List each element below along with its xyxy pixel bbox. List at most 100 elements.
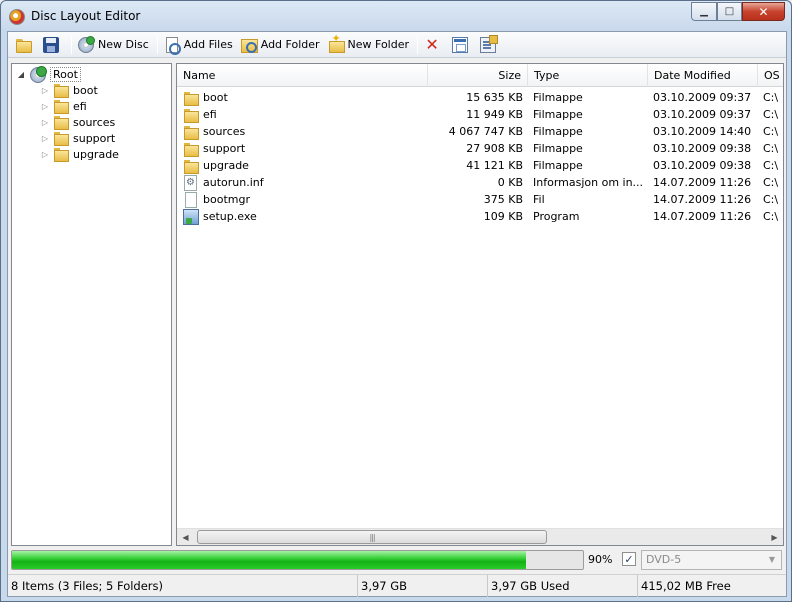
cell-os: C:\ xyxy=(763,142,779,155)
window-controls: ▁ □ ✕ xyxy=(691,2,785,21)
file-name: efi xyxy=(203,108,217,121)
cell-os: C:\ xyxy=(763,159,779,172)
toolbar-separator xyxy=(156,35,158,54)
properties-button[interactable] xyxy=(449,34,475,56)
status-bar: 8 Items (3 Files; 5 Folders) 3,97 GB 3,9… xyxy=(8,574,786,597)
new-disc-button[interactable]: New Disc xyxy=(75,34,152,56)
cell-name: support xyxy=(177,140,428,157)
tree-item-label: support xyxy=(73,131,116,145)
cell-name: sources xyxy=(177,123,428,140)
cell-date: 03.10.2009 09:37 xyxy=(653,108,752,121)
table-row[interactable]: efi 11 949 KB Filmappe 03.10.2009 09:37 C:\ xyxy=(177,106,783,123)
cell-type: Informasjon om in... xyxy=(533,176,644,189)
cell-type: Fil xyxy=(533,193,545,206)
status-used-space: 3,97 GB Used xyxy=(488,575,638,597)
cell-os: C:\ xyxy=(763,193,779,206)
expand-arrow-icon[interactable]: ▷ xyxy=(40,117,50,127)
cell-name: setup.exe xyxy=(177,208,428,225)
tree-item-label: boot xyxy=(73,83,98,97)
table-row[interactable]: sources 4 067 747 KB Filmappe 03.10.2009 14… xyxy=(177,123,783,140)
cell-size: 11 949 KB xyxy=(466,108,523,121)
add-folder-icon xyxy=(240,37,258,53)
cell-date: 14.07.2009 11:26 xyxy=(653,210,752,223)
cell-size: 41 121 KB xyxy=(466,159,523,172)
open-button[interactable] xyxy=(12,34,38,56)
cell-os: C:\ xyxy=(763,108,779,121)
status-total-size: 3,97 GB xyxy=(358,575,488,597)
scroll-right-icon[interactable]: ▶ xyxy=(766,529,783,545)
new-folder-button[interactable]: New Folder xyxy=(325,32,412,56)
delete-icon: ✕ xyxy=(425,34,439,54)
file-name: boot xyxy=(203,91,228,104)
title-bar[interactable]: Disc Layout Editor ▁ □ ✕ xyxy=(1,1,791,31)
edit-icon xyxy=(480,34,499,53)
cell-type: Filmappe xyxy=(533,91,583,104)
add-folder-button[interactable]: Add Folder xyxy=(238,34,323,56)
cell-os: C:\ xyxy=(763,210,779,223)
add-files-icon xyxy=(165,36,181,55)
save-disk-icon xyxy=(43,36,59,53)
tree-item-support[interactable]: ▷ support xyxy=(40,130,115,146)
disc-type-select[interactable]: DVD-5 ▼ xyxy=(641,550,782,570)
cell-size: 375 KB xyxy=(483,193,523,206)
table-row[interactable]: setup.exe 109 KB Program 14.07.2009 11:26 C:… xyxy=(177,208,783,225)
disc-type-checkbox[interactable]: ✓ xyxy=(622,552,636,566)
table-row[interactable]: support 27 908 KB Filmappe 03.10.2009 09:38… xyxy=(177,140,783,157)
new-folder-icon xyxy=(328,32,345,53)
tree-item-boot[interactable]: ▷ boot xyxy=(40,82,98,98)
scroll-left-icon[interactable]: ◀ xyxy=(177,529,194,545)
new-disc-icon xyxy=(78,35,95,53)
expand-arrow-icon[interactable]: ▷ xyxy=(40,149,50,159)
properties-icon xyxy=(452,36,469,53)
expand-arrow-icon[interactable]: ▷ xyxy=(40,101,50,111)
cell-name: upgrade xyxy=(177,157,428,174)
table-row[interactable]: boot 15 635 KB Filmappe 03.10.2009 09:37 C:\ xyxy=(177,89,783,106)
cell-date: 03.10.2009 14:40 xyxy=(653,125,752,138)
horizontal-scrollbar[interactable]: ◀ ||| ▶ xyxy=(177,528,783,545)
cell-date: 03.10.2009 09:38 xyxy=(653,159,752,172)
tree-item-efi[interactable]: ▷ efi xyxy=(40,98,87,114)
chevron-down-icon[interactable]: ▼ xyxy=(765,553,779,567)
capacity-progress-fill xyxy=(12,551,526,569)
expand-arrow-icon[interactable]: ◢ xyxy=(16,69,26,79)
list-header: Name Size Type Date Modified OS xyxy=(177,64,783,87)
column-header-name[interactable]: Name xyxy=(177,64,428,87)
cell-size: 0 KB xyxy=(497,176,523,189)
close-button[interactable]: ✕ xyxy=(742,2,785,21)
cell-size: 4 067 747 KB xyxy=(448,125,523,138)
cell-type: Program xyxy=(533,210,580,223)
add-folder-label: Add Folder xyxy=(260,38,320,51)
table-row[interactable]: upgrade 41 121 KB Filmappe 03.10.2009 09:38… xyxy=(177,157,783,174)
folder-icon xyxy=(183,158,199,174)
file-name: autorun.inf xyxy=(203,176,264,189)
column-header-os[interactable]: OS xyxy=(758,64,783,87)
cell-size: 109 KB xyxy=(483,210,523,223)
cell-os: C:\ xyxy=(763,125,779,138)
cell-name: autorun.inf xyxy=(177,174,428,191)
status-free-space: 415,02 MB Free xyxy=(641,579,731,593)
table-row[interactable]: autorun.inf 0 KB Informasjon om in... 14.07… xyxy=(177,174,783,191)
expand-arrow-icon[interactable]: ▷ xyxy=(40,85,50,95)
tree-item-sources[interactable]: ▷ sources xyxy=(40,114,115,130)
expand-arrow-icon[interactable]: ▷ xyxy=(40,133,50,143)
cell-name: boot xyxy=(177,89,428,106)
save-button[interactable] xyxy=(40,34,66,56)
minimize-button[interactable]: ▁ xyxy=(691,2,717,21)
root-disc-icon xyxy=(29,66,47,83)
file-name: bootmgr xyxy=(203,193,250,206)
tree-item-root[interactable]: ◢ Root xyxy=(16,66,81,83)
column-header-type[interactable]: Type xyxy=(528,64,648,87)
scrollbar-thumb[interactable]: ||| xyxy=(197,530,547,544)
cell-name: bootmgr xyxy=(177,191,428,208)
edit-button[interactable] xyxy=(477,34,503,56)
cell-type: Filmappe xyxy=(533,142,583,155)
status-item-count: 8 Items (3 Files; 5 Folders) xyxy=(8,575,358,597)
tree-item-upgrade[interactable]: ▷ upgrade xyxy=(40,146,119,162)
folder-icon xyxy=(53,114,69,130)
column-header-size[interactable]: Size xyxy=(428,64,528,87)
table-row[interactable]: bootmgr 375 KB Fil 14.07.2009 11:26 C:\ xyxy=(177,191,783,208)
delete-button[interactable]: ✕ xyxy=(421,34,447,56)
add-files-button[interactable]: Add Files xyxy=(161,34,236,56)
column-header-date[interactable]: Date Modified xyxy=(648,64,758,87)
maximize-button[interactable]: □ xyxy=(717,2,742,21)
